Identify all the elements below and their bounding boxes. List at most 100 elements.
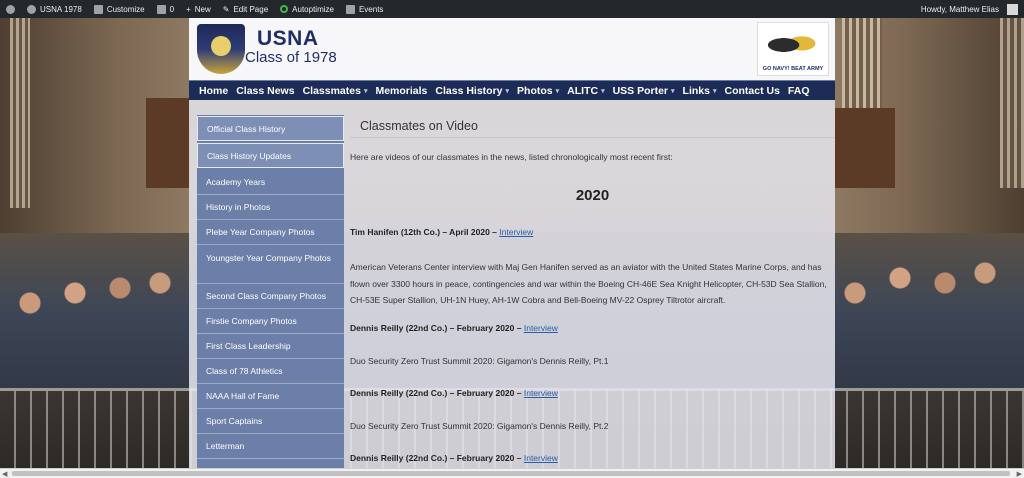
sidebar-item-academy-years[interactable]: Academy Years xyxy=(197,170,344,195)
nav-home[interactable]: Home xyxy=(195,85,232,97)
nav-label: FAQ xyxy=(787,84,810,97)
howdy-label: Howdy, Matthew Elias xyxy=(920,4,999,14)
nav-label: Links xyxy=(682,84,710,97)
nav-uss-porter[interactable]: USS Porter ▾ xyxy=(609,85,679,97)
nav-photos[interactable]: Photos ▾ xyxy=(513,85,563,97)
sidebar-item-youngster-year-company-photos[interactable]: Youngster Year Company Photos xyxy=(197,245,344,284)
edit-page-link[interactable]: ✎ Edit Page xyxy=(217,0,274,18)
nav-class-history[interactable]: Class History ▾ xyxy=(431,85,513,97)
organ-case-right xyxy=(835,108,895,188)
avatar xyxy=(1007,3,1018,15)
brush-icon xyxy=(93,4,103,14)
interview-link[interactable]: Interview xyxy=(524,453,558,463)
home-icon xyxy=(27,4,36,14)
goat-icon xyxy=(768,29,820,61)
edit-page-label: Edit Page xyxy=(233,4,269,14)
site-header: USNA Class of 1978 GO NAVY! BEAT ARMY xyxy=(189,18,835,80)
new-content-link[interactable]: + New xyxy=(180,0,217,18)
sidebar-item-letterman[interactable]: Letterman xyxy=(197,434,344,459)
new-label: New xyxy=(194,4,211,14)
entry-description: Duo Security Zero Trust Summit 2020: Gig… xyxy=(350,421,609,431)
entry-heading: Dennis Reilly (22nd Co.) – February 2020… xyxy=(350,453,522,463)
nav-label: Photos xyxy=(517,84,553,97)
nav-contact-us[interactable]: Contact Us xyxy=(720,85,783,97)
site-subtitle[interactable]: Class of 1978 xyxy=(245,49,337,66)
pencil-icon: ✎ xyxy=(222,4,230,14)
entry-heading: Tim Hanifen (12th Co.) – April 2020 – xyxy=(350,227,497,237)
plus-icon: + xyxy=(186,4,191,14)
interview-link[interactable]: Interview xyxy=(524,323,558,333)
badge-text: GO NAVY! BEAT ARMY xyxy=(762,66,824,72)
entry-description: American Veterans Center interview with … xyxy=(350,262,827,305)
usna-crest-logo[interactable] xyxy=(197,24,245,74)
nav-label: Class History xyxy=(435,84,503,97)
site-name-label: USNA 1978 xyxy=(40,4,82,14)
sidebar-item-class-of-78-athletics[interactable]: Class of 78 Athletics xyxy=(197,359,344,384)
video-entry: Dennis Reilly (22nd Co.) – February 2020… xyxy=(350,320,835,336)
chevron-down-icon: ▾ xyxy=(363,87,368,95)
customize-link[interactable]: Customize xyxy=(88,0,151,18)
organ-pipes-left xyxy=(10,18,30,208)
nav-class-news[interactable]: Class News xyxy=(232,85,298,97)
site-title[interactable]: USNA xyxy=(257,27,319,51)
sidebar-item-official-class-history[interactable]: Official Class History xyxy=(197,116,344,141)
scroll-left-icon[interactable]: ◀ xyxy=(2,470,7,478)
interview-link[interactable]: Interview xyxy=(499,227,533,237)
nav-label: Classmates xyxy=(302,84,361,97)
nav-memorials[interactable]: Memorials xyxy=(371,85,431,97)
nav-links[interactable]: Links ▾ xyxy=(679,85,721,97)
nav-label: ALITC xyxy=(567,84,599,97)
nav-classmates[interactable]: Classmates ▾ xyxy=(299,85,372,97)
nav-label: USS Porter xyxy=(612,84,669,97)
sidebar-item-plebe-year-company-photos[interactable]: Plebe Year Company Photos xyxy=(197,220,344,245)
chevron-down-icon: ▾ xyxy=(601,87,605,95)
sidebar-item-first-class-leadership[interactable]: First Class Leadership xyxy=(197,334,344,359)
chevron-down-icon: ▾ xyxy=(671,87,675,95)
main-content: Classmates on Video Here are videos of o… xyxy=(350,115,835,478)
chevron-down-icon: ▾ xyxy=(505,87,510,95)
entry-description: Duo Security Zero Trust Summit 2020: Gig… xyxy=(350,356,609,366)
nav-faq[interactable]: FAQ xyxy=(784,85,814,97)
nav-label: Contact Us xyxy=(724,84,780,97)
comments-link[interactable]: 0 xyxy=(151,0,180,18)
events-link[interactable]: Events xyxy=(340,0,389,18)
organ-case-left xyxy=(146,98,190,188)
site-container: USNA Class of 1978 GO NAVY! BEAT ARMY Ho… xyxy=(189,18,835,478)
main-nav: Home Class News Classmates ▾ Memorials Cl… xyxy=(189,80,835,100)
wordpress-menu[interactable] xyxy=(0,0,21,18)
scrollbar-thumb[interactable] xyxy=(12,471,1010,476)
nav-alitc[interactable]: ALITC ▾ xyxy=(563,85,608,97)
video-entry: Dennis Reilly (22nd Co.) – February 2020… xyxy=(350,450,835,466)
customize-label: Customize xyxy=(106,4,145,14)
year-heading: 2020 xyxy=(575,187,610,204)
status-circle-icon xyxy=(280,5,289,13)
chevron-down-icon: ▾ xyxy=(555,87,560,95)
sidebar-item-second-class-company-photos[interactable]: Second Class Company Photos xyxy=(197,284,344,309)
calendar-icon xyxy=(345,4,355,14)
intro-text: Here are videos of our classmates in the… xyxy=(350,152,673,162)
autoptimize-link[interactable]: Autoptimize xyxy=(274,0,340,18)
events-label: Events xyxy=(358,4,384,14)
autoptimize-label: Autoptimize xyxy=(292,4,334,14)
page-title: Classmates on Video xyxy=(360,119,478,133)
sidebar-item-history-in-photos[interactable]: History in Photos xyxy=(197,195,344,220)
interview-link[interactable]: Interview xyxy=(524,388,558,398)
comment-icon xyxy=(156,4,166,14)
sidebar-menu: Official Class History Class History Upd… xyxy=(197,115,344,478)
comments-count: 0 xyxy=(169,4,175,14)
entry-heading: Dennis Reilly (22nd Co.) – February 2020… xyxy=(350,388,522,398)
account-menu[interactable]: Howdy, Matthew Elias xyxy=(915,0,1024,18)
video-entry: Tim Hanifen (12th Co.) – April 2020 – In… xyxy=(350,224,835,240)
navy-goat-badge: GO NAVY! BEAT ARMY xyxy=(757,22,829,76)
scroll-right-icon[interactable]: ▶ xyxy=(1017,470,1022,478)
horizontal-scrollbar[interactable]: ◀ ▶ xyxy=(0,468,1024,478)
chevron-down-icon: ▾ xyxy=(712,87,717,95)
entry-heading: Dennis Reilly (22nd Co.) – February 2020… xyxy=(350,323,522,333)
sidebar-item-firstie-company-photos[interactable]: Firstie Company Photos xyxy=(197,309,344,334)
nav-label: Memorials xyxy=(375,84,428,97)
sidebar-item-sport-captains[interactable]: Sport Captains xyxy=(197,409,344,434)
sidebar-item-class-history-updates[interactable]: Class History Updates xyxy=(197,143,344,168)
nav-label: Home xyxy=(199,84,229,97)
sidebar-item-naaa-hall-of-fame[interactable]: NAAA Hall of Fame xyxy=(197,384,344,409)
site-name-link[interactable]: USNA 1978 xyxy=(21,0,88,18)
